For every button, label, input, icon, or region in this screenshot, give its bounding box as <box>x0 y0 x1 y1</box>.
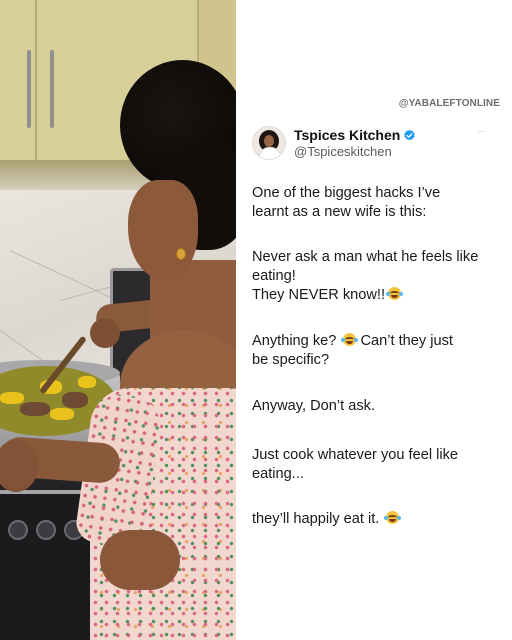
post-line-text: Can’t they just <box>356 333 453 349</box>
post-paragraph: Never ask a man what he feels like eatin… <box>252 248 504 305</box>
post-line: Anything ke? Can’t they just <box>252 332 504 351</box>
food-chunk <box>20 402 50 416</box>
laughing-emoji-icon <box>384 511 402 524</box>
post-paragraph: One of the biggest hacks I’ve learnt as … <box>252 184 504 222</box>
earring <box>176 248 186 260</box>
post-line-text: They NEVER know!! <box>252 287 386 303</box>
hand <box>90 318 120 348</box>
post-line-text: they’ll happily eat it. <box>252 511 380 527</box>
post-line: learnt as a new wife is this: <box>252 204 427 220</box>
post-line: Just cook whatever you feel like <box>252 447 459 463</box>
laughing-emoji-icon <box>341 333 359 346</box>
post-line: eating... <box>252 466 304 482</box>
face <box>128 180 198 280</box>
display-name-row: Tspices Kitchen <box>294 127 416 143</box>
food-chunk <box>62 392 88 408</box>
post-image: @YABALEFTONLINE Tspices Kitchen @Tspices… <box>0 0 512 640</box>
cabinet-handle <box>27 50 31 128</box>
post-line: Anyway, Don’t ask. <box>252 398 376 414</box>
author-handle[interactable]: @Tspiceskitchen <box>294 144 416 159</box>
cabinet-handle <box>50 50 54 128</box>
laughing-emoji-icon <box>386 287 404 300</box>
author-names: Tspices Kitchen @Tspiceskitchen <box>294 127 416 159</box>
post-header: Tspices Kitchen @Tspiceskitchen <box>252 126 416 160</box>
verified-badge-icon <box>404 129 416 140</box>
post-line-text: Anything ke? <box>252 333 337 349</box>
post-paragraph: Just cook whatever you feel like eating.… <box>252 446 504 484</box>
avatar-face <box>264 135 274 147</box>
stove-knob <box>8 520 28 540</box>
arm <box>100 530 180 590</box>
food-chunk <box>78 376 96 388</box>
post-paragraph: they’ll happily eat it. <box>252 510 504 529</box>
kitchen-photo <box>0 0 236 640</box>
post-paragraph: Anyway, Don’t ask. <box>252 397 504 416</box>
food-chunk <box>50 408 74 420</box>
post-line: be specific? <box>252 352 330 368</box>
food-chunk <box>0 392 24 404</box>
avatar-body <box>259 147 281 159</box>
cabinet-door <box>0 0 37 160</box>
divider <box>478 131 484 132</box>
post-paragraph: Anything ke? Can’t they just be specific… <box>252 332 504 370</box>
stove-knob <box>36 520 56 540</box>
post-line: They NEVER know!! <box>252 286 504 305</box>
post-card: @YABALEFTONLINE Tspices Kitchen @Tspices… <box>236 0 512 640</box>
author-display-name[interactable]: Tspices Kitchen <box>294 127 400 143</box>
post-line: they’ll happily eat it. <box>252 510 504 529</box>
avatar[interactable] <box>252 126 286 160</box>
watermark: @YABALEFTONLINE <box>398 98 500 109</box>
post-line: eating! <box>252 268 296 284</box>
post-line: One of the biggest hacks I’ve <box>252 185 441 201</box>
post-line: Never ask a man what he feels like <box>252 249 479 265</box>
